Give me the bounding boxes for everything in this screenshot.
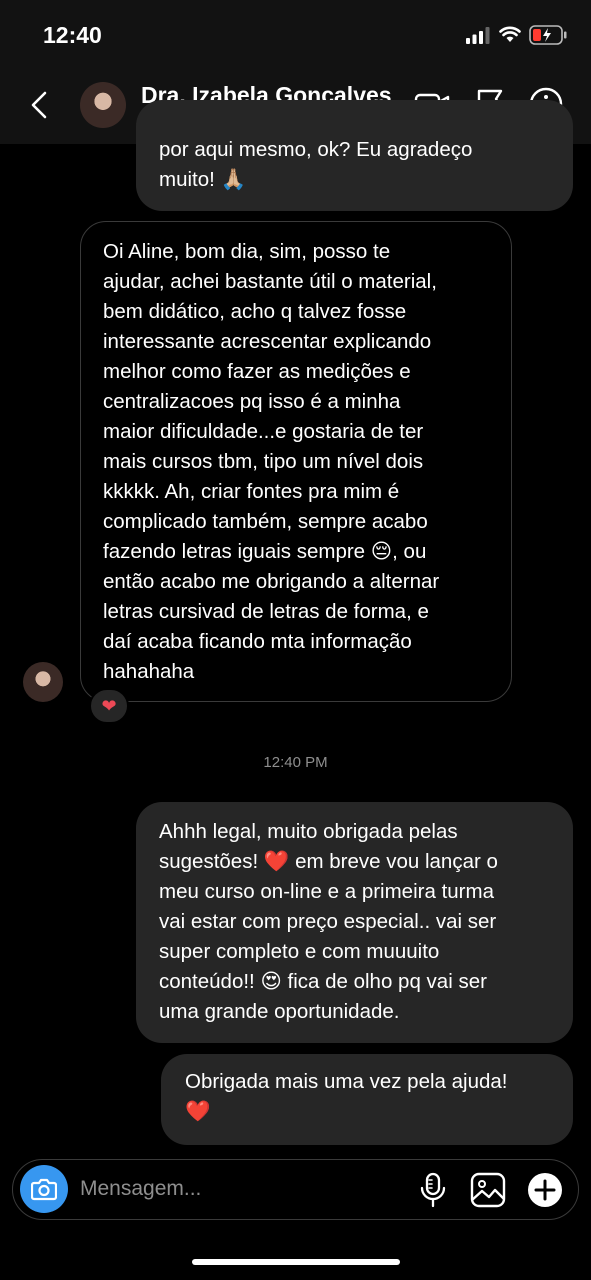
message-timestamp: 12:40 PM xyxy=(263,754,328,771)
contact-avatar[interactable] xyxy=(80,82,126,128)
home-indicator[interactable] xyxy=(192,1259,400,1265)
back-icon[interactable] xyxy=(27,90,53,120)
signal-icon xyxy=(466,27,490,44)
camera-icon xyxy=(31,1178,57,1201)
status-bar: 12:40 xyxy=(0,0,591,70)
plus-icon[interactable] xyxy=(527,1172,563,1208)
sent-message-last[interactable]: Obrigada mais uma vez pela ajuda! ❤️ xyxy=(161,1054,573,1145)
microphone-icon[interactable] xyxy=(418,1172,448,1208)
gallery-icon[interactable] xyxy=(470,1172,506,1208)
message-input[interactable] xyxy=(80,1174,380,1204)
received-message[interactable]: Oi Aline, bom dia, sim, posso te ajudar,… xyxy=(80,221,512,702)
message-composer xyxy=(12,1159,579,1220)
heart-reaction-icon[interactable]: ❤ xyxy=(89,688,129,724)
battery-icon xyxy=(529,25,567,45)
sent-message[interactable]: Ahhh legal, muito obrigada pelas sugestõ… xyxy=(136,802,573,1043)
sender-avatar[interactable] xyxy=(23,662,63,702)
wifi-icon xyxy=(499,26,521,42)
sent-message-partial[interactable]: por aqui mesmo, ok? Eu agradeço muito! 🙏… xyxy=(136,100,573,211)
status-time: 12:40 xyxy=(43,22,102,48)
camera-button[interactable] xyxy=(20,1165,68,1213)
